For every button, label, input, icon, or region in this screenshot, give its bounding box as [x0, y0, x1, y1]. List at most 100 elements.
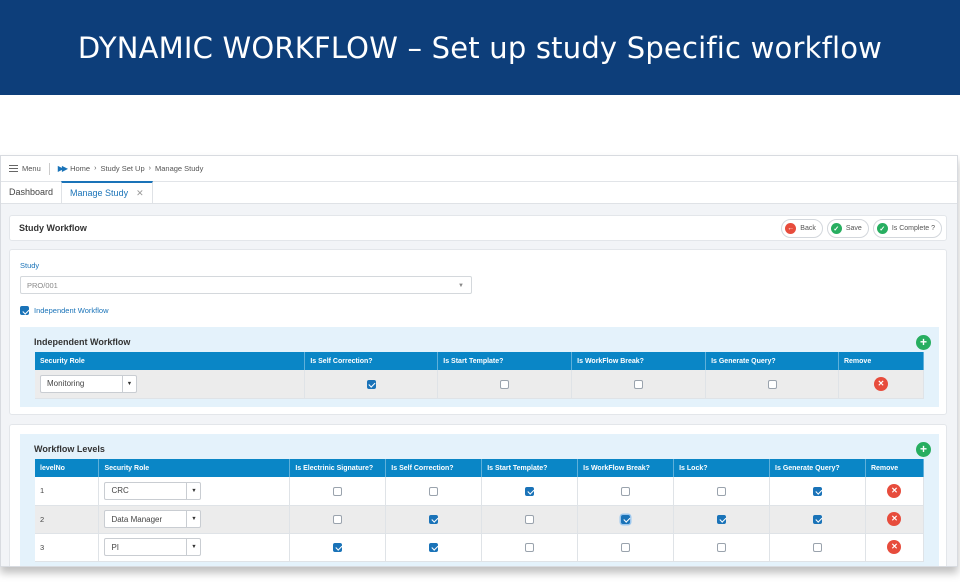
col-remove: Remove — [838, 352, 925, 370]
table-row: 2 Data Manager ▼ ✕ — [35, 505, 925, 534]
check-icon: ✓ — [830, 223, 842, 234]
col-generate-query: Is Generate Query? — [705, 352, 839, 370]
lock-checkbox[interactable] — [717, 542, 727, 552]
esign-checkbox[interactable] — [333, 542, 343, 552]
back-label: Back — [800, 225, 816, 232]
page-title: Study Workflow — [19, 223, 87, 233]
caret-down-icon: ▼ — [186, 482, 200, 499]
remove-row-button[interactable]: ✕ — [873, 376, 888, 391]
workflow-levels-card: Workflow Levels + levelNo Security Role … — [9, 424, 947, 566]
workflow-break-checkbox[interactable] — [634, 379, 644, 389]
app-window: Menu ▶▶ Home › Study Set Up › Manage Stu… — [0, 155, 958, 567]
save-label: Save — [845, 225, 862, 232]
home-icon[interactable]: ▶▶ — [58, 164, 68, 173]
study-config-card: Study PRO/001 ▼ Independent Workflow Ind… — [9, 249, 947, 415]
tab-manage-study[interactable]: Manage Study ✕ — [61, 181, 153, 203]
caret-down-icon: ▼ — [458, 283, 464, 289]
panel-title: Workflow Levels — [34, 444, 105, 454]
divider — [48, 162, 50, 175]
tab-bar: Dashboard Manage Study ✕ — [1, 181, 957, 204]
workflow-levels-panel: Workflow Levels + levelNo Security Role … — [20, 434, 939, 566]
breadcrumb-manage-study: Manage Study — [154, 164, 204, 173]
independent-workflow-toggle[interactable]: Independent Workflow — [20, 306, 109, 315]
tab-dashboard[interactable]: Dashboard — [1, 181, 61, 203]
breadcrumb-home[interactable]: Home — [70, 164, 90, 173]
generate-query-checkbox[interactable] — [813, 542, 822, 552]
col-security-role: Security Role — [35, 352, 306, 370]
is-complete-button[interactable]: ✓ Is Complete ? — [872, 219, 942, 238]
start-template-checkbox[interactable] — [525, 486, 535, 496]
col-lock: Is Lock? — [673, 459, 771, 477]
caret-down-icon: ▼ — [186, 539, 200, 555]
lock-checkbox[interactable] — [717, 486, 727, 496]
start-template-checkbox[interactable] — [525, 542, 535, 552]
study-value: PRO/001 — [27, 280, 58, 290]
table-row: 3 PI ▼ ✕ — [35, 533, 925, 562]
chevron-right-icon: › — [94, 165, 97, 172]
level-number: 2 — [35, 505, 100, 534]
study-label: Study — [20, 261, 40, 270]
role-value: Monitoring — [47, 379, 85, 389]
banner-title: DYNAMIC WORKFLOW – Set up study Specific… — [77, 30, 883, 65]
esign-checkbox[interactable] — [333, 486, 343, 496]
security-role-select[interactable]: Data Manager ▼ — [104, 510, 202, 528]
workflow-levels-table: levelNo Security Role Is Electrinic Sign… — [35, 459, 925, 562]
col-start-template: Is Start Template? — [437, 352, 573, 370]
workflow-break-checkbox[interactable] — [621, 486, 631, 496]
self-correction-checkbox[interactable] — [366, 379, 376, 389]
start-template-checkbox[interactable] — [500, 379, 510, 389]
col-generate-query: Is Generate Query? — [769, 459, 866, 477]
self-correction-checkbox[interactable] — [429, 486, 439, 496]
col-start-template: Is Start Template? — [481, 459, 579, 477]
role-value: PI — [111, 542, 120, 552]
table-row: 1 CRC ▼ ✕ — [35, 477, 925, 506]
workflow-break-checkbox[interactable] — [621, 542, 631, 552]
independent-workflow-table: Security Role Is Self Correction? Is Sta… — [35, 352, 925, 399]
breadcrumb-study-setup[interactable]: Study Set Up — [100, 164, 144, 173]
start-template-checkbox[interactable] — [525, 514, 535, 524]
generate-query-checkbox[interactable] — [767, 379, 777, 389]
remove-row-button[interactable]: ✕ — [887, 540, 902, 554]
col-self-correction: Is Self Correction? — [385, 459, 483, 477]
independent-workflow-checkbox[interactable] — [20, 306, 29, 315]
security-role-select[interactable]: PI ▼ — [104, 538, 202, 556]
self-correction-checkbox[interactable] — [429, 542, 439, 552]
top-bar: Menu ▶▶ Home › Study Set Up › Manage Stu… — [1, 156, 957, 182]
menu-label[interactable]: Menu — [22, 164, 41, 173]
add-level-button[interactable]: + — [916, 442, 931, 457]
tab-label: Manage Study — [70, 188, 129, 198]
study-workflow-header: Study Workflow ← Back ✓ Save ✓ Is Complete … — [9, 215, 947, 241]
table-row: Monitoring ▼ ✕ — [35, 370, 925, 399]
complete-label: Is Complete ? — [891, 225, 935, 232]
workflow-break-checkbox[interactable] — [621, 514, 631, 524]
close-icon[interactable]: ✕ — [136, 188, 144, 199]
generate-query-checkbox[interactable] — [813, 486, 822, 496]
chevron-right-icon: › — [148, 165, 151, 172]
tab-label: Dashboard — [9, 187, 54, 197]
col-level-no: levelNo — [35, 459, 100, 477]
check-icon: ✓ — [876, 223, 888, 234]
level-number: 1 — [35, 477, 100, 506]
self-correction-checkbox[interactable] — [429, 514, 439, 524]
security-role-select[interactable]: CRC ▼ — [104, 481, 202, 500]
remove-row-button[interactable]: ✕ — [887, 512, 902, 526]
independent-workflow-label: Independent Workflow — [34, 306, 109, 315]
col-workflow-break: Is WorkFlow Break? — [577, 459, 675, 477]
esign-checkbox[interactable] — [333, 514, 343, 524]
back-button[interactable]: ← Back — [781, 219, 823, 238]
study-select[interactable]: PRO/001 ▼ — [20, 276, 472, 294]
add-role-button[interactable]: + — [916, 335, 931, 350]
caret-down-icon: ▼ — [186, 511, 200, 527]
menu-icon[interactable] — [9, 165, 18, 172]
arrow-left-icon: ← — [785, 223, 797, 234]
col-remove: Remove — [865, 459, 925, 477]
role-value: Data Manager — [111, 514, 163, 524]
action-buttons: ← Back ✓ Save ✓ Is Complete ? — [781, 219, 942, 238]
security-role-select[interactable]: Monitoring ▼ — [40, 374, 137, 393]
lock-checkbox[interactable] — [717, 514, 727, 524]
remove-row-button[interactable]: ✕ — [887, 483, 902, 498]
level-number: 3 — [35, 533, 100, 562]
save-button[interactable]: ✓ Save — [826, 219, 869, 238]
generate-query-checkbox[interactable] — [813, 514, 822, 524]
panel-title: Independent Workflow — [34, 337, 131, 347]
